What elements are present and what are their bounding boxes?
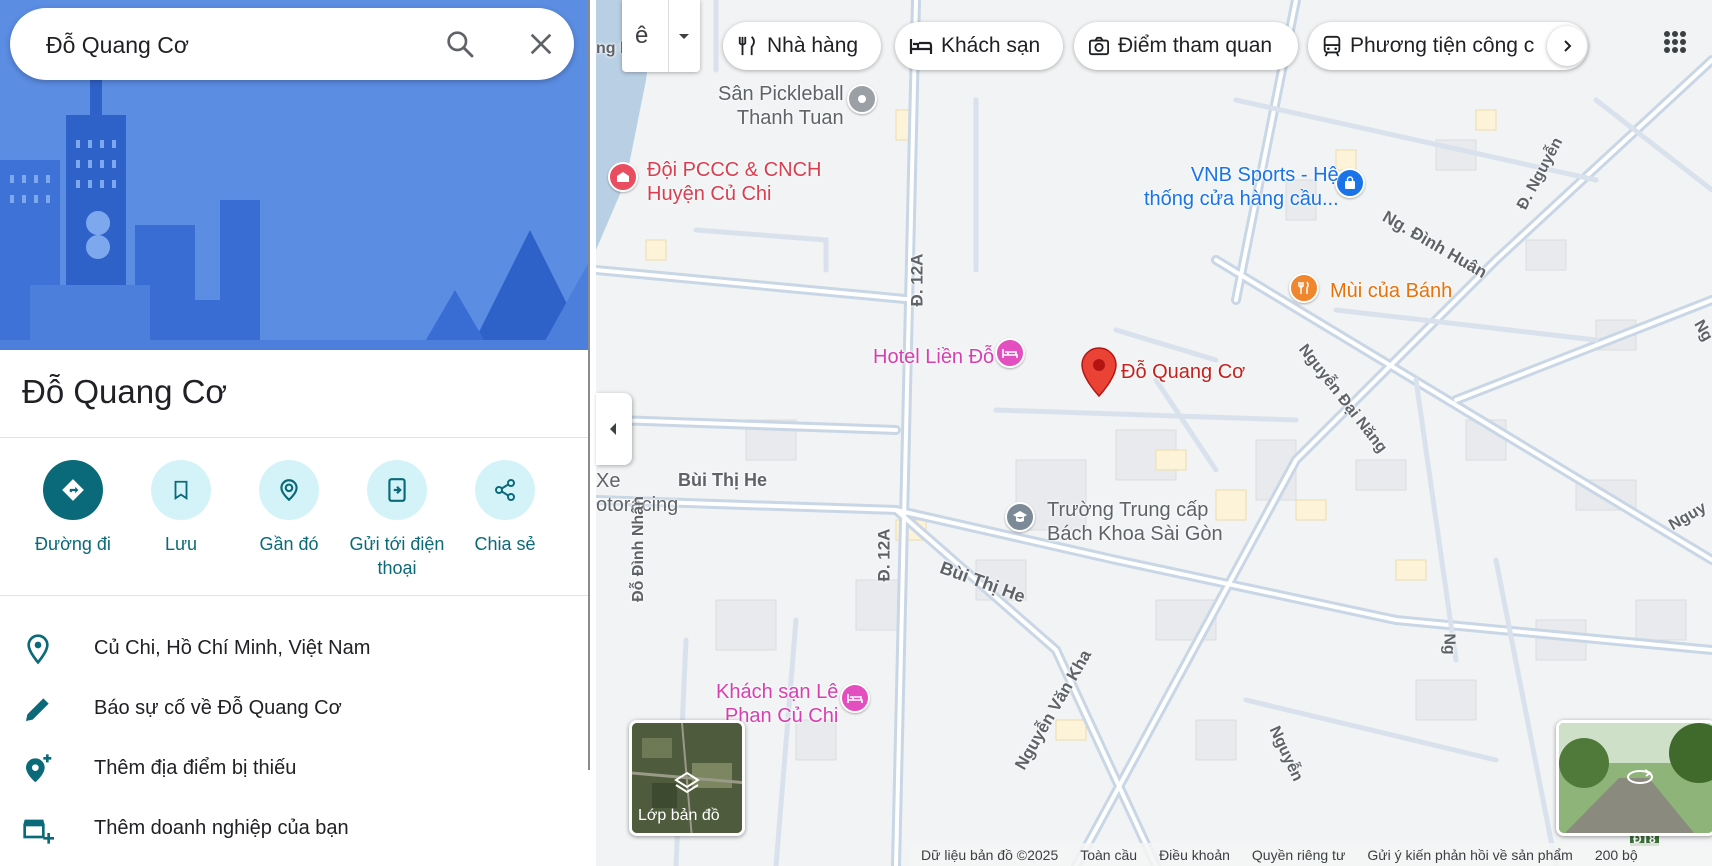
divider: [0, 437, 590, 438]
share-icon: [475, 460, 535, 520]
scale-label[interactable]: 200 bộ: [1595, 847, 1638, 863]
report-issue-text: Báo sự cố về Đỗ Quang Cơ: [94, 697, 342, 719]
bookmark-icon: [151, 460, 211, 520]
nearby-label: Gần đó: [259, 534, 319, 554]
chip-attractions[interactable]: Điểm tham quan: [1074, 22, 1298, 70]
street-label: ng l: [596, 40, 625, 57]
input-tool-label: ê: [635, 22, 649, 49]
rotate-360-icon: [1625, 767, 1655, 792]
hotel-marker-icon[interactable]: [995, 338, 1025, 368]
search-input[interactable]: Đỗ Quang Cơ: [46, 32, 189, 59]
app-root: Đỗ Quang Cơ Đỗ Quang Cơ Đường đi Lưu Gần…: [0, 0, 1712, 866]
apps-grid-icon[interactable]: [1655, 22, 1695, 62]
place-panel: Đỗ Quang Cơ Đỗ Quang Cơ Đường đi Lưu Gần…: [0, 0, 590, 866]
send-to-phone-label: Gửi tới điện thoại: [349, 534, 445, 578]
poi-label-pccc[interactable]: Đội PCCC & CNCH Huyện Củ Chi: [647, 158, 821, 206]
chip-label: Điểm tham quan: [1118, 34, 1273, 57]
feedback-link[interactable]: Gửi ý kiến phản hồi về sản phẩm: [1367, 847, 1573, 863]
hotel-icon: [909, 39, 933, 54]
street-label: Đỗ Đình Nhân: [629, 496, 647, 602]
chip-restaurants[interactable]: Nhà hàng: [723, 22, 881, 70]
street-label: Đ. 12A: [874, 528, 894, 582]
shopping-bag-icon[interactable]: [1335, 168, 1365, 198]
privacy-link[interactable]: Quyền riêng tư: [1252, 847, 1345, 863]
share-label: Chia sẻ: [474, 534, 536, 554]
school-icon[interactable]: [1005, 502, 1035, 532]
address-row[interactable]: Củ Chi, Hồ Chí Minh, Việt Nam: [0, 621, 590, 677]
transit-icon: [1323, 35, 1341, 57]
fire-station-icon[interactable]: [608, 162, 638, 192]
search-box[interactable]: Đỗ Quang Cơ: [10, 8, 574, 80]
restaurant-icon: [738, 36, 755, 56]
save-button[interactable]: Lưu: [121, 460, 241, 556]
search-icon[interactable]: [444, 28, 476, 60]
add-missing-place-text: Thêm địa điểm bị thiếu: [94, 757, 297, 779]
selected-place-marker-icon[interactable]: [1079, 346, 1119, 398]
add-business-text: Thêm doanh nghiệp của bạn: [94, 817, 349, 839]
chip-label: Phương tiện công c: [1350, 34, 1535, 57]
poi-label-hotel-lien-do[interactable]: Hotel Liền Đỗ: [873, 345, 994, 369]
input-tools-button[interactable]: ê: [622, 0, 700, 72]
pencil-icon: [22, 693, 54, 725]
send-to-phone-icon: [367, 460, 427, 520]
poi-label-truong[interactable]: Trường Trung cấp Bách Khoa Sài Gòn: [1047, 498, 1223, 546]
map-canvas[interactable]: Sân Pickleball Thanh Tuan Đội PCCC & CNC…: [596, 0, 1712, 866]
place-title: Đỗ Quang Cơ: [22, 373, 228, 410]
layers-icon: [674, 771, 700, 800]
add-business-icon: [22, 813, 54, 845]
street-label: Đ. 12A: [907, 253, 927, 307]
share-button[interactable]: Chia sẻ: [445, 460, 565, 556]
directions-label: Đường đi: [35, 534, 111, 554]
poi-label-selected[interactable]: Đỗ Quang Cơ: [1121, 360, 1245, 384]
directions-icon: [43, 460, 103, 520]
chip-transit[interactable]: Phương tiện công c: [1308, 22, 1588, 70]
save-label: Lưu: [164, 534, 198, 554]
chip-label: Nhà hàng: [767, 34, 859, 57]
poi-label-mui-cua-banh[interactable]: Mùi của Bánh: [1330, 279, 1452, 303]
add-business-row[interactable]: Thêm doanh nghiệp của bạn: [0, 801, 590, 857]
directions-button[interactable]: Đường đi: [13, 460, 133, 556]
report-issue-row[interactable]: Báo sự cố về Đỗ Quang Cơ: [0, 681, 590, 737]
layers-label: Lớp bản đồ: [638, 807, 720, 824]
chip-hotels[interactable]: Khách sạn: [895, 22, 1063, 70]
address-text: Củ Chi, Hồ Chí Minh, Việt Nam: [94, 637, 371, 659]
camera-icon: [1089, 36, 1109, 56]
send-to-phone-button[interactable]: Gửi tới điện thoại: [337, 460, 457, 580]
street-label: Bùi Thị He: [678, 470, 767, 490]
close-icon[interactable]: [525, 28, 557, 60]
global-link[interactable]: Toàn cầu: [1080, 847, 1137, 863]
divider: [0, 595, 590, 596]
street-view-button[interactable]: [1556, 720, 1712, 836]
panel-scrollbar[interactable]: [588, 0, 590, 770]
nearby-button[interactable]: Gần đó: [229, 460, 349, 556]
location-pin-icon: [22, 633, 54, 665]
poi-label-pickleball[interactable]: Sân Pickleball Thanh Tuan: [718, 82, 844, 130]
divider: [668, 0, 669, 72]
layers-button[interactable]: Lớp bản đồ: [629, 720, 745, 836]
add-missing-place-row[interactable]: Thêm địa điểm bị thiếu: [0, 741, 590, 797]
chevron-down-icon[interactable]: [676, 28, 692, 49]
nearby-icon: [259, 460, 319, 520]
hotel-marker-icon[interactable]: [840, 683, 870, 713]
restaurant-marker-icon[interactable]: [1289, 273, 1319, 303]
poi-marker-icon[interactable]: [847, 84, 877, 114]
add-location-icon: [22, 753, 54, 785]
collapse-panel-button[interactable]: [596, 393, 632, 465]
street-label: Ng: [1440, 633, 1458, 655]
map-attribution-bar: Dữ liệu bản đồ ©2025 Toàn cầu Điều khoản…: [911, 843, 1712, 866]
terms-link[interactable]: Điều khoản: [1159, 847, 1230, 863]
chevron-right-icon[interactable]: [1547, 26, 1587, 66]
map-data-credit[interactable]: Dữ liệu bản đồ ©2025: [921, 847, 1058, 863]
poi-label-vnb[interactable]: VNB Sports - Hệ thống cửa hàng cầu...: [1144, 163, 1339, 211]
chip-label: Khách sạn: [941, 34, 1041, 57]
